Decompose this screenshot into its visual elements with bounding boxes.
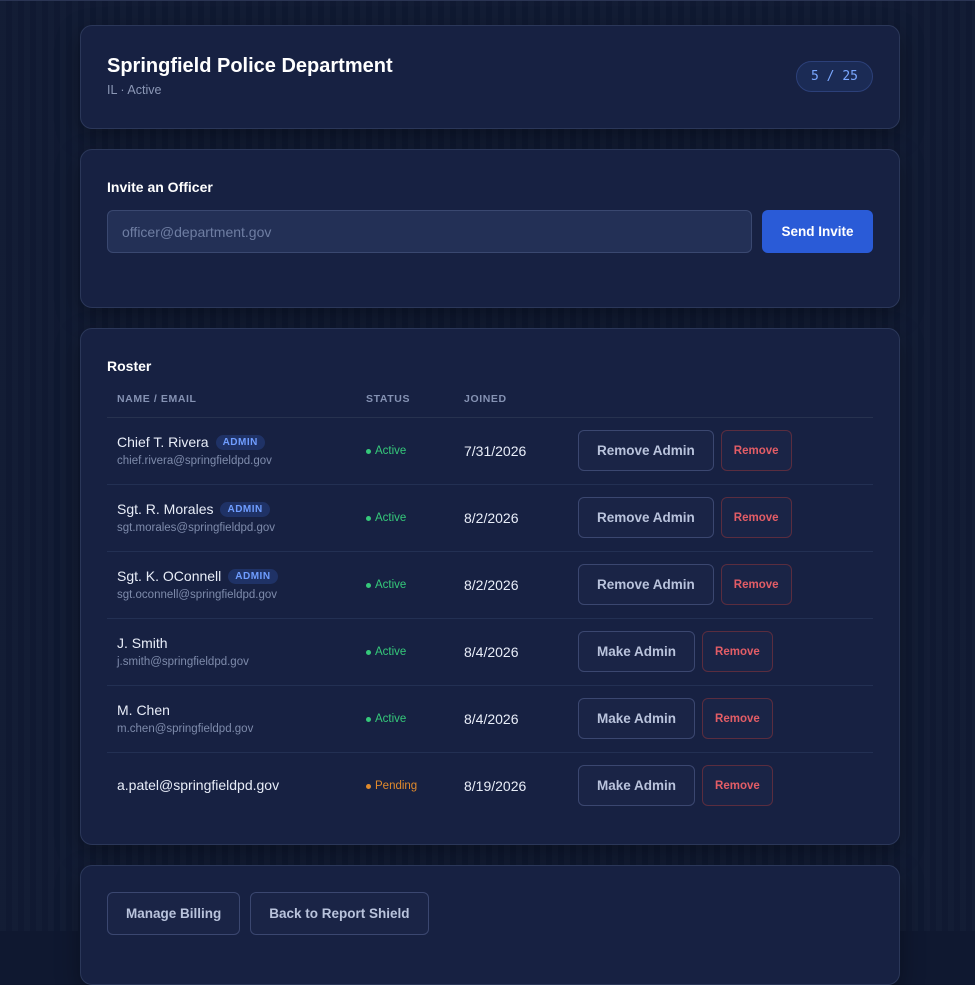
status-badge: Active xyxy=(366,512,406,524)
status-dot-icon xyxy=(366,515,371,521)
status-dot-icon xyxy=(366,448,371,454)
column-header-status: STATUS xyxy=(366,393,411,405)
joined-date: 8/4/2026 xyxy=(464,644,519,660)
column-header-name: NAME / EMAIL xyxy=(117,393,197,405)
department-header-card: Springfield Police Department IL · Activ… xyxy=(80,25,900,129)
admin-badge: ADMIN xyxy=(220,501,270,517)
department-title: Springfield Police Department xyxy=(107,55,393,77)
make-admin-button[interactable]: Make Admin xyxy=(578,631,696,672)
remove-member-button[interactable]: Remove xyxy=(720,564,792,605)
footer-actions: Manage Billing Back to Report Shield xyxy=(107,892,429,935)
status-badge: Active xyxy=(366,445,406,457)
admin-badge: ADMIN xyxy=(215,434,265,450)
status-dot-icon xyxy=(366,783,371,789)
table-row: Sgt. K. OConnell ADMIN sgt.oconnell@spri… xyxy=(107,552,873,619)
send-invite-button[interactable]: Send Invite xyxy=(762,210,873,253)
member-name: Sgt. K. OConnell xyxy=(117,568,222,584)
make-admin-button[interactable]: Make Admin xyxy=(578,698,696,739)
table-row: M. Chen m.chen@springfieldpd.gov Active … xyxy=(107,686,873,753)
member-name: Sgt. R. Morales xyxy=(117,501,214,517)
status-text: Active xyxy=(375,512,407,524)
status-text: Active xyxy=(375,579,407,591)
manage-billing-button[interactable]: Manage Billing xyxy=(107,892,241,935)
status-dot-icon xyxy=(366,582,371,588)
member-name: J. Smith xyxy=(117,635,168,651)
status-badge: Active xyxy=(366,646,406,658)
roster-table: NAME / EMAIL STATUS JOINED Chief T. Rive… xyxy=(107,389,873,820)
member-name: a.patel@springfieldpd.gov xyxy=(117,777,280,793)
member-email: sgt.oconnell@springfieldpd.gov xyxy=(117,589,277,601)
member-name: Chief T. Rivera xyxy=(117,434,209,450)
remove-member-button[interactable]: Remove xyxy=(720,430,792,471)
row-actions: Make Admin Remove xyxy=(578,698,773,739)
status-text: Active xyxy=(375,713,407,725)
remove-member-button[interactable]: Remove xyxy=(720,497,792,538)
status-text: Active xyxy=(375,445,407,457)
member-name-cell: a.patel@springfieldpd.gov xyxy=(117,777,279,793)
remove-member-button[interactable]: Remove xyxy=(702,765,773,806)
status-text: Active xyxy=(375,646,407,658)
status-dot-icon xyxy=(366,649,371,655)
member-email: j.smith@springfieldpd.gov xyxy=(117,656,249,668)
status-badge: Active xyxy=(366,579,406,591)
admin-badge: ADMIN xyxy=(228,568,278,584)
remove-member-button[interactable]: Remove xyxy=(702,698,773,739)
joined-date: 8/19/2026 xyxy=(464,778,527,794)
table-row: Sgt. R. Morales ADMIN sgt.morales@spring… xyxy=(107,485,873,552)
remove-member-button[interactable]: Remove xyxy=(702,631,773,672)
row-actions: Remove Admin Remove xyxy=(578,564,792,605)
joined-date: 8/2/2026 xyxy=(464,577,519,593)
joined-date: 8/2/2026 xyxy=(464,510,519,526)
row-actions: Make Admin Remove xyxy=(578,765,773,806)
remove-admin-button[interactable]: Remove Admin xyxy=(578,430,714,471)
table-row: a.patel@springfieldpd.gov Pending 8/19/2… xyxy=(107,753,873,820)
row-actions: Remove Admin Remove xyxy=(578,430,792,471)
joined-date: 8/4/2026 xyxy=(464,711,519,727)
roster-title: Roster xyxy=(107,358,152,374)
member-email: m.chen@springfieldpd.gov xyxy=(117,723,254,735)
column-header-joined: JOINED xyxy=(464,393,507,405)
remove-admin-button[interactable]: Remove Admin xyxy=(578,564,714,605)
footer-card: Manage Billing Back to Report Shield xyxy=(80,865,900,985)
status-badge: Active xyxy=(366,713,406,725)
roster-card: Roster NAME / EMAIL STATUS JOINED Chief … xyxy=(80,328,900,845)
member-name-cell: Sgt. K. OConnell ADMIN xyxy=(117,568,278,584)
member-name-cell: J. Smith xyxy=(117,635,168,651)
row-actions: Make Admin Remove xyxy=(578,631,773,672)
member-name: M. Chen xyxy=(117,702,170,718)
remove-admin-button[interactable]: Remove Admin xyxy=(578,497,714,538)
member-email: sgt.morales@springfieldpd.gov xyxy=(117,522,276,534)
status-dot-icon xyxy=(366,716,371,722)
member-name-cell: Chief T. Rivera ADMIN xyxy=(117,434,265,450)
member-email: chief.rivera@springfieldpd.gov xyxy=(117,455,272,467)
invite-title: Invite an Officer xyxy=(107,179,213,195)
status-text: Pending xyxy=(375,780,418,792)
invite-email-input[interactable] xyxy=(107,210,752,253)
member-name-cell: Sgt. R. Morales ADMIN xyxy=(117,501,270,517)
row-actions: Remove Admin Remove xyxy=(578,497,792,538)
department-subtitle: IL · Active xyxy=(107,83,162,97)
table-row: J. Smith j.smith@springfieldpd.gov Activ… xyxy=(107,619,873,686)
member-name-cell: M. Chen xyxy=(117,702,170,718)
back-to-report-shield-button[interactable]: Back to Report Shield xyxy=(250,892,429,935)
table-header: NAME / EMAIL STATUS JOINED xyxy=(107,389,873,418)
table-row: Chief T. Rivera ADMIN chief.rivera@sprin… xyxy=(107,418,873,485)
joined-date: 7/31/2026 xyxy=(464,443,527,459)
make-admin-button[interactable]: Make Admin xyxy=(578,765,696,806)
seat-count-badge: 5 / 25 xyxy=(796,61,873,92)
invite-card: Invite an Officer Send Invite xyxy=(80,149,900,308)
status-badge: Pending xyxy=(366,780,417,792)
